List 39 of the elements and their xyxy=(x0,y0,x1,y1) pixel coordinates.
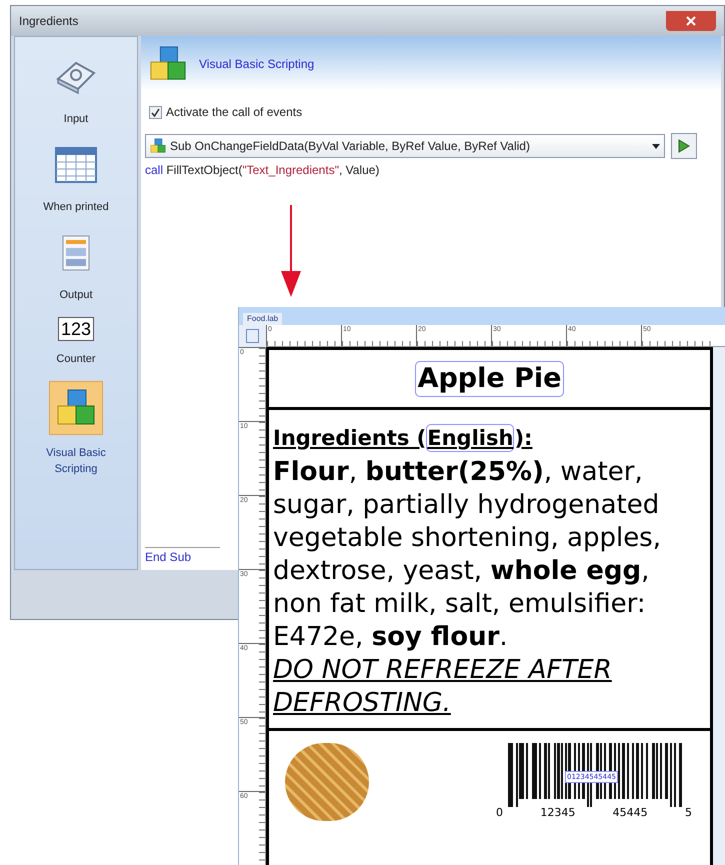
code-line: call FillTextObject("Text_Ingredients", Value) xyxy=(145,162,380,179)
play-icon xyxy=(678,139,690,153)
sidebar-item[interactable]: Visual Basic Scripting xyxy=(21,381,131,477)
sidebar-label: Visual Basic Scripting xyxy=(45,446,107,477)
table-icon xyxy=(55,147,97,183)
checkbox-label: Activate the call of events xyxy=(166,104,302,121)
sidebar-item[interactable]: Output xyxy=(21,229,131,303)
window-title: Ingredients xyxy=(19,13,78,30)
header-title: Visual Basic Scripting xyxy=(199,56,314,72)
close-button[interactable] xyxy=(666,11,716,31)
cubes-icon xyxy=(149,44,187,82)
document-icon xyxy=(62,235,90,271)
checkbox[interactable] xyxy=(149,106,162,118)
file-tab[interactable]: Food.lab xyxy=(243,313,282,325)
sidebar-label: When printed xyxy=(42,200,110,215)
barcode-digits: 5 xyxy=(684,807,692,819)
run-button[interactable] xyxy=(671,133,697,159)
code-line: End Sub xyxy=(145,547,220,566)
ingredients-heading: Ingredients ( xyxy=(273,425,426,451)
event-dropdown[interactable]: Sub OnChangeFieldData(ByVal Variable, ByRef Value, ByRef Valid) xyxy=(145,134,665,158)
language-field: English xyxy=(426,424,514,452)
barcode-digits: 12345 xyxy=(540,807,576,819)
sidebar-item[interactable]: 123 Counter xyxy=(21,317,131,367)
sidebar-label: Counter xyxy=(55,352,97,367)
cubes-icon xyxy=(150,138,166,154)
close-icon xyxy=(686,16,696,26)
label-title: Apple Pie xyxy=(414,360,564,396)
ingredients-text: Flour, butter(25%), water, sugar, partially hydrogenated vegetable shortening, apples, dextrose, yeast, whole egg, non fat milk, salt, emulsifier: E472e, soy flour. xyxy=(273,456,662,654)
sidebar-item[interactable]: When printed xyxy=(21,141,131,215)
sidebar-label: Output xyxy=(58,288,94,303)
warning-text: DO NOT REFREEZE AFTER DEFROSTING. xyxy=(273,654,613,720)
check-icon xyxy=(151,108,160,116)
sidebar-label: Input xyxy=(62,112,90,127)
sidebar-item[interactable]: Input xyxy=(21,49,131,127)
ingredients-heading-end: ): xyxy=(514,425,532,451)
counter-icon: 123 xyxy=(58,317,94,341)
barcode-digits: 0 xyxy=(496,807,503,819)
dropdown-caret-icon xyxy=(652,144,660,148)
barcode-digits: 45445 xyxy=(612,807,648,819)
